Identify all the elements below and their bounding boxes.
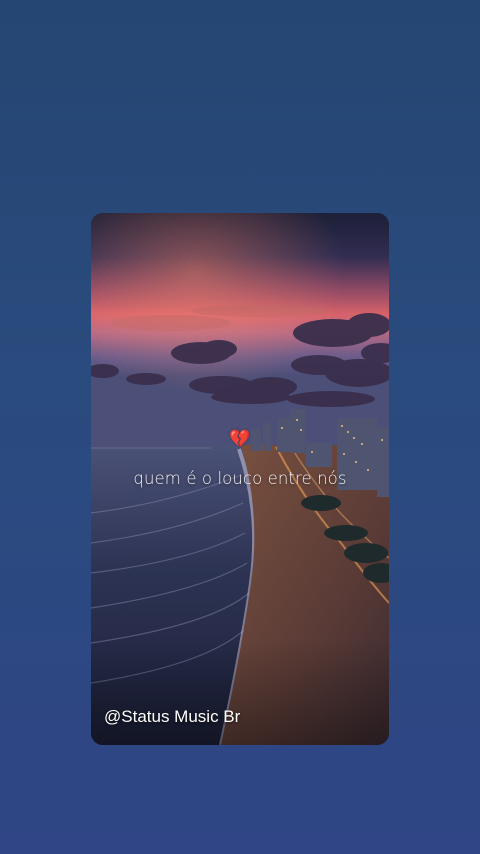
channel-watermark: @Status Music Br — [104, 707, 241, 726]
story-card[interactable]: 💔 quem é o louco entre nós @Status Music… — [91, 213, 389, 745]
lyric-text: quem é o louco entre nós — [133, 469, 347, 488]
broken-heart-icon: 💔 — [229, 429, 251, 449]
